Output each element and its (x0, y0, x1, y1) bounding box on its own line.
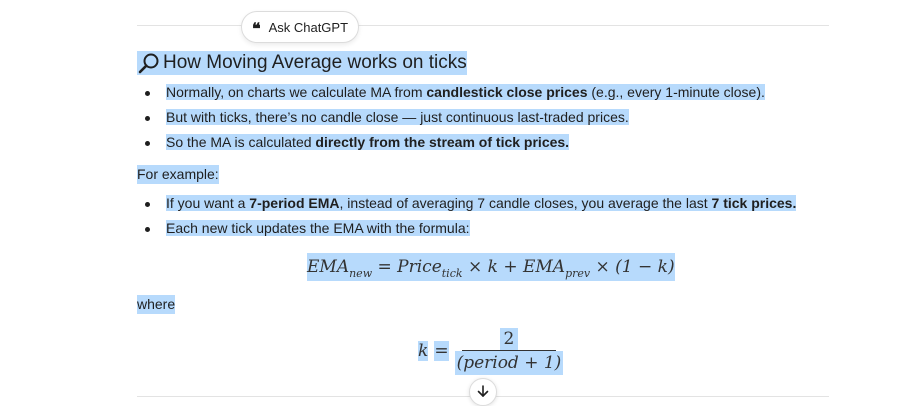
list-item: So the MA is calculated directly from th… (137, 133, 765, 158)
list-item-text: Each new tick updates the EMA with the f… (166, 220, 470, 236)
list-item: Normally, on charts we calculate MA from… (137, 83, 765, 108)
k-symbol: k (418, 341, 429, 361)
quote-icon: ❝ (251, 18, 261, 38)
list-item: Each new tick updates the EMA with the f… (137, 219, 796, 244)
k-formula: k = 2 (period + 1) (418, 326, 564, 376)
example-bullets: If you want a 7-period EMA, instead of a… (137, 194, 797, 244)
scroll-down-button[interactable] (469, 378, 497, 406)
equals-sign: = (434, 341, 449, 361)
section-title: How Moving Average works on ticks (163, 52, 467, 73)
numerator: 2 (499, 327, 519, 350)
fraction: 2 (period + 1) (454, 327, 564, 375)
bullet-dot (145, 202, 150, 207)
ask-chatgpt-label: Ask ChatGPT (268, 19, 349, 35)
bullet-dot (145, 227, 150, 232)
tick-ma-bullets: Normally, on charts we calculate MA from… (137, 83, 765, 158)
where-label: where (137, 295, 176, 314)
list-item-text: But with ticks, there’s no candle close … (166, 109, 629, 125)
list-item: But with ticks, there’s no candle close … (137, 108, 765, 133)
bullet-dot (145, 116, 150, 121)
bullet-dot (145, 141, 150, 146)
example-label: For example: (137, 165, 219, 184)
list-item: If you want a 7-period EMA, instead of a… (137, 194, 797, 219)
arrow-down-icon (476, 384, 490, 401)
denominator: (period + 1) (454, 350, 564, 375)
section-heading: How Moving Average works on ticks (137, 51, 467, 75)
magnifying-glass-icon (137, 51, 163, 75)
ema-formula: EMAnew = Pricetick × k + EMAprev × (1 − … (307, 253, 675, 281)
ask-chatgpt-button[interactable]: ❝ Ask ChatGPT (241, 11, 359, 43)
list-item-text: So the MA is calculated directly from th… (166, 134, 570, 150)
bullet-dot (145, 91, 150, 96)
list-item-text: Normally, on charts we calculate MA from… (166, 84, 765, 100)
list-item-text: If you want a 7-period EMA, instead of a… (166, 195, 797, 211)
